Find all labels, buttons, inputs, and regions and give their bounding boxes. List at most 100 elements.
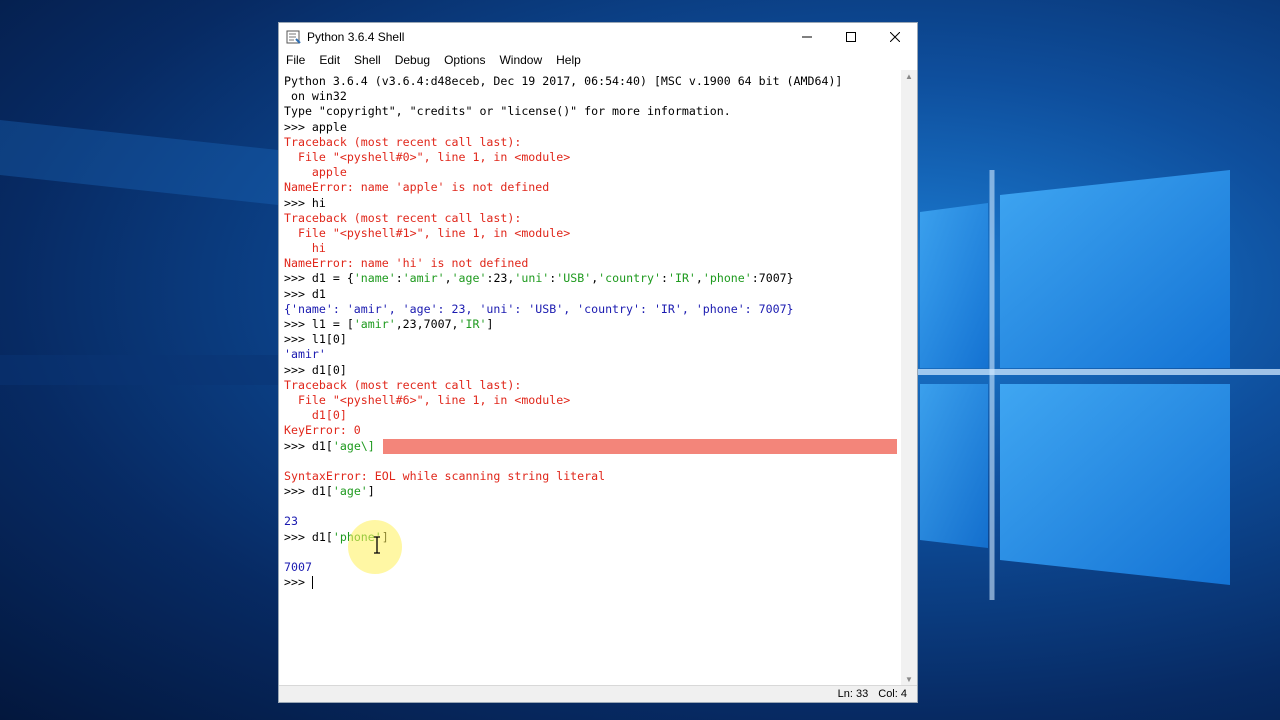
shell-token: >>> d1 bbox=[284, 286, 326, 301]
shell-token: Traceback (most recent call last): bbox=[284, 134, 522, 149]
shell-token: File "<pyshell#0>", line 1, in <module> bbox=[284, 149, 571, 164]
menu-file[interactable]: File bbox=[279, 53, 312, 67]
shell-token: 'IR' bbox=[458, 317, 487, 331]
shell-token: hi bbox=[284, 241, 326, 256]
shell-token: , bbox=[444, 271, 452, 286]
shell-line: {'name': 'amir', 'age': 23, 'uni': 'USB'… bbox=[284, 302, 903, 317]
shell-token: >>> bbox=[284, 575, 312, 590]
shell-token: Traceback (most recent call last): bbox=[284, 377, 522, 392]
shell-token: 7007 bbox=[284, 560, 312, 574]
shell-token: >>> d1[ bbox=[284, 529, 333, 544]
shell-line: >>> d1 bbox=[284, 287, 903, 302]
shell-line: hi bbox=[284, 241, 903, 256]
shell-token: NameError: name 'hi' is not defined bbox=[284, 256, 529, 271]
shell-token: ] bbox=[486, 317, 494, 331]
window-title: Python 3.6.4 Shell bbox=[307, 29, 405, 44]
shell-line: on win32 bbox=[284, 89, 903, 104]
minimize-button[interactable] bbox=[785, 23, 829, 50]
shell-token: SyntaxError: EOL while scanning string l… bbox=[284, 468, 606, 483]
shell-token: d1[0] bbox=[284, 408, 347, 423]
text-cursor-icon bbox=[374, 536, 380, 554]
shell-token: 'IR' bbox=[667, 271, 696, 286]
shell-line: >>> d1[0] bbox=[284, 363, 903, 378]
shell-token: : bbox=[661, 271, 668, 286]
menu-window[interactable]: Window bbox=[492, 53, 549, 67]
scroll-up-icon[interactable]: ▲ bbox=[905, 72, 913, 81]
scroll-down-icon[interactable]: ▼ bbox=[905, 675, 913, 684]
shell-token: 'amir' bbox=[402, 271, 445, 286]
menu-debug[interactable]: Debug bbox=[388, 53, 437, 67]
shell-token: 'age\] bbox=[332, 438, 375, 453]
shell-token: Python 3.6.4 (v3.6.4:d48eceb, Dec 19 201… bbox=[284, 74, 843, 88]
shell-line: apple bbox=[284, 165, 903, 180]
shell-token: 'phone' bbox=[702, 271, 752, 286]
shell-token: File "<pyshell#6>", line 1, in <module> bbox=[284, 392, 571, 407]
shell-token: 'name' bbox=[353, 271, 396, 286]
shell-token: {'name': 'amir', 'age': 23, 'uni': 'USB'… bbox=[284, 301, 794, 316]
shell-token: File "<pyshell#1>", line 1, in <module> bbox=[284, 225, 571, 240]
shell-token: >>> apple bbox=[284, 119, 347, 134]
maximize-icon bbox=[846, 31, 856, 42]
shell-token: on win32 bbox=[284, 89, 347, 104]
shell-token: >>> hi bbox=[284, 195, 326, 210]
maximize-button[interactable] bbox=[829, 23, 873, 50]
vertical-scrollbar[interactable]: ▲ ▼ bbox=[901, 70, 917, 686]
error-highlight bbox=[383, 438, 897, 454]
shell-token: 'uni' bbox=[514, 271, 550, 286]
menu-bar: File Edit Shell Debug Options Window Hel… bbox=[279, 50, 917, 70]
shell-token: Traceback (most recent call last): bbox=[284, 210, 522, 225]
shell-token: >>> d1[ bbox=[284, 438, 333, 453]
shell-token: 'country' bbox=[598, 271, 661, 286]
shell-line: KeyError: 0 bbox=[284, 423, 903, 438]
shell-line: File "<pyshell#6>", line 1, in <module> bbox=[284, 393, 903, 408]
shell-token: 'amir' bbox=[284, 347, 326, 362]
shell-line: >>> apple bbox=[284, 120, 903, 135]
close-button[interactable] bbox=[873, 23, 917, 50]
title-bar[interactable]: Python 3.6.4 Shell bbox=[279, 23, 917, 50]
shell-token: >>> d1[ bbox=[284, 484, 333, 499]
shell-token: apple bbox=[284, 165, 347, 180]
shell-line: >>> d1 = {'name':'amir','age':23,'uni':'… bbox=[284, 271, 903, 286]
shell-token: ] bbox=[367, 484, 375, 499]
shell-token: 'age' bbox=[332, 484, 368, 499]
menu-shell[interactable]: Shell bbox=[347, 53, 388, 67]
shell-line: SyntaxError: EOL while scanning string l… bbox=[284, 469, 903, 484]
shell-line: >>> l1[0] bbox=[284, 332, 903, 347]
shell-token: >>> d1 = { bbox=[284, 271, 354, 286]
shell-line: Traceback (most recent call last): bbox=[284, 211, 903, 226]
shell-text-area[interactable]: Python 3.6.4 (v3.6.4:d48eceb, Dec 19 201… bbox=[279, 70, 903, 686]
status-bar: Ln: 33 Col: 4 bbox=[279, 685, 917, 702]
shell-token: >>> d1[0] bbox=[284, 362, 347, 377]
shell-token: ,23,7007, bbox=[395, 317, 459, 331]
close-icon bbox=[890, 31, 900, 42]
shell-line: File "<pyshell#0>", line 1, in <module> bbox=[284, 150, 903, 165]
shell-line: >>> l1 = ['amir',23,7007,'IR'] bbox=[284, 317, 903, 332]
shell-token: : bbox=[395, 271, 403, 286]
shell-token: KeyError: 0 bbox=[284, 423, 361, 438]
shell-token: 'amir' bbox=[353, 317, 396, 331]
idle-shell-window[interactable]: Python 3.6.4 Shell File Edit Shell Debug… bbox=[278, 22, 918, 703]
shell-line: Type "copyright", "credits" or "license(… bbox=[284, 104, 903, 119]
shell-token: >>> l1 = [ bbox=[284, 317, 354, 331]
menu-options[interactable]: Options bbox=[437, 53, 492, 67]
shell-token: 'age' bbox=[451, 271, 487, 286]
shell-line: >>> hi bbox=[284, 196, 903, 211]
shell-line: Traceback (most recent call last): bbox=[284, 378, 903, 393]
shell-token: :23, bbox=[486, 271, 515, 286]
shell-line: >>> d1['age'] bbox=[284, 484, 903, 499]
shell-line: NameError: name 'hi' is not defined bbox=[284, 256, 903, 271]
shell-line: d1[0] bbox=[284, 408, 903, 423]
shell-token: , bbox=[695, 271, 703, 286]
shell-token: :7007} bbox=[751, 271, 794, 286]
shell-token: 'USB' bbox=[556, 271, 592, 286]
shell-token: 23 bbox=[284, 514, 298, 529]
menu-edit[interactable]: Edit bbox=[312, 53, 347, 67]
shell-line: File "<pyshell#1>", line 1, in <module> bbox=[284, 226, 903, 241]
shell-line: NameError: name 'apple' is not defined bbox=[284, 180, 903, 195]
minimize-icon bbox=[802, 36, 812, 37]
menu-help[interactable]: Help bbox=[549, 53, 588, 67]
input-caret bbox=[311, 576, 313, 590]
shell-line: Traceback (most recent call last): bbox=[284, 135, 903, 150]
